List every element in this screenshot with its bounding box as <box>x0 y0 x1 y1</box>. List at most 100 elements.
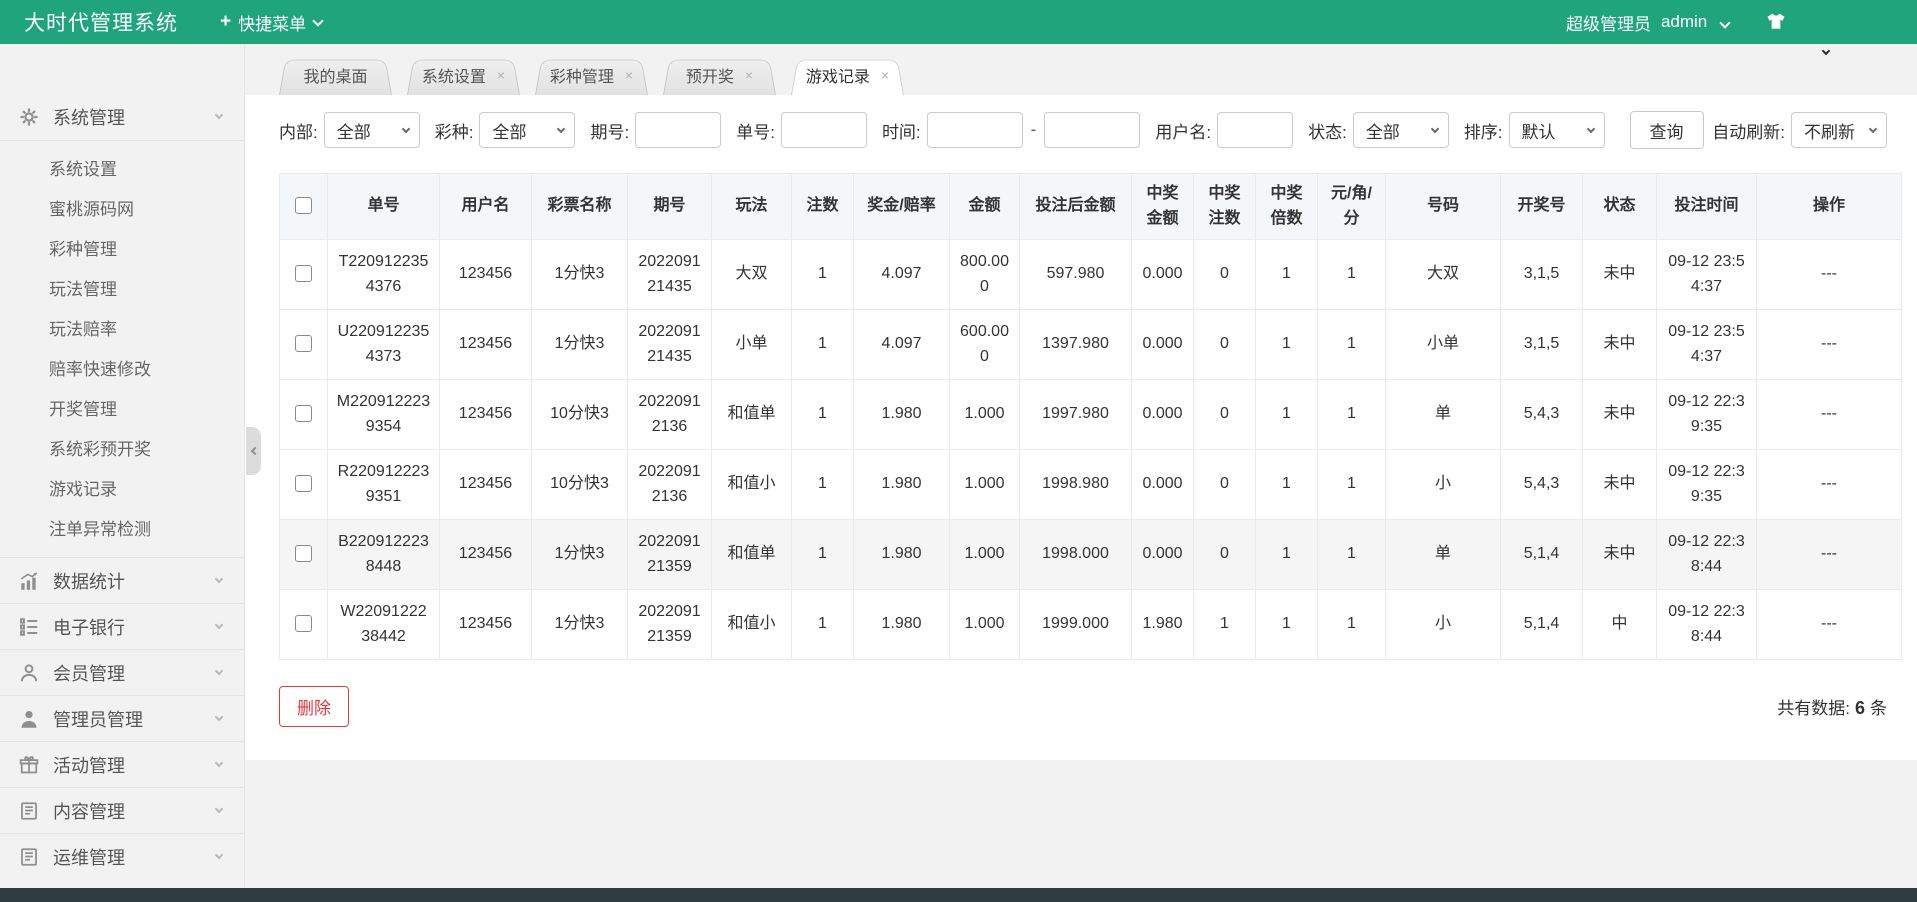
chevron-down-icon <box>401 124 409 132</box>
cell-amount: 1.000 <box>950 590 1020 660</box>
quick-menu-button[interactable]: + 快捷菜单 <box>220 10 322 35</box>
cell-draw-number: 5,4,3 <box>1501 380 1583 450</box>
tab-close-icon[interactable]: × <box>625 68 633 82</box>
cell-win-multiple: 1 <box>1256 380 1318 450</box>
sort-select[interactable]: 默认 <box>1509 112 1605 148</box>
tab[interactable]: 我的桌面 <box>279 55 392 95</box>
column-header: 奖金/赔率 <box>854 174 950 240</box>
cell-amount: 1.000 <box>950 380 1020 450</box>
cell-balance-after: 1997.980 <box>1020 380 1132 450</box>
cell-draw-number: 3,1,5 <box>1501 240 1583 310</box>
sidebar-section[interactable]: 活动管理 <box>0 741 244 787</box>
autorefresh-select[interactable]: 不刷新 <box>1791 112 1887 148</box>
chevron-down-icon <box>1719 17 1730 28</box>
cell-username: 123456 <box>440 520 532 590</box>
sidebar-item[interactable]: 彩种管理 <box>0 227 244 267</box>
period-input[interactable] <box>635 112 721 148</box>
select-all-checkbox[interactable] <box>295 197 312 214</box>
sidebar-item[interactable]: 开奖管理 <box>0 387 244 427</box>
tab-overflow-chevron-icon[interactable] <box>1822 47 1830 55</box>
sidebar-section-label: 运维管理 <box>53 844 125 870</box>
lottery-select[interactable]: 全部 <box>479 112 575 148</box>
sidebar-item[interactable]: 赔率快速修改 <box>0 347 244 387</box>
cell-win-amount: 0.000 <box>1132 450 1194 520</box>
cell-lottery-name: 1分快3 <box>532 520 628 590</box>
content-icon <box>18 800 40 822</box>
cell-draw-number: 3,1,5 <box>1501 310 1583 380</box>
cell-odds: 1.980 <box>854 520 950 590</box>
cell-balance-after: 1999.000 <box>1020 590 1132 660</box>
query-button[interactable]: 查询 <box>1630 111 1704 149</box>
row-checkbox[interactable] <box>295 475 312 492</box>
tab-label: 系统设置 <box>422 63 486 87</box>
sidebar-item[interactable]: 玩法赔率 <box>0 307 244 347</box>
sidebar-section-label: 数据统计 <box>53 568 125 594</box>
cell-odds: 4.097 <box>854 240 950 310</box>
sidebar-section[interactable]: 管理员管理 <box>0 695 244 741</box>
sidebar-submenu: 系统设置蜜桃源码网彩种管理玩法管理玩法赔率赔率快速修改开奖管理系统彩预开奖游戏记… <box>0 140 244 557</box>
sidebar-section-label: 电子银行 <box>53 614 125 640</box>
theme-tshirt-icon[interactable] <box>1763 9 1789 35</box>
internal-select[interactable]: 全部 <box>324 112 420 148</box>
sidebar-item[interactable]: 系统彩预开奖 <box>0 427 244 467</box>
tab[interactable]: 系统设置 × <box>407 55 520 95</box>
cell-unit: 1 <box>1318 380 1386 450</box>
username-filter-label: 用户名: <box>1155 118 1211 143</box>
tab-label: 预开奖 <box>686 63 734 87</box>
tab[interactable]: 预开奖 × <box>663 55 776 95</box>
internal-filter-label: 内部: <box>279 118 318 143</box>
chevron-down-icon <box>215 666 223 674</box>
sidebar-item[interactable]: 系统设置 <box>0 147 244 187</box>
bank-list-icon <box>18 616 40 638</box>
tab-close-icon[interactable]: × <box>745 68 753 82</box>
column-header: 期号 <box>628 174 712 240</box>
column-header: 金额 <box>950 174 1020 240</box>
sidebar-section[interactable]: 系统管理 <box>0 94 244 140</box>
sidebar-item[interactable]: 蜜桃源码网 <box>0 187 244 227</box>
order-input[interactable] <box>781 112 867 148</box>
username-input[interactable] <box>1217 112 1293 148</box>
cell-win-amount: 1.980 <box>1132 590 1194 660</box>
sidebar-section[interactable]: 数据统计 <box>0 557 244 603</box>
cell-order-no: R2209122239351 <box>328 450 440 520</box>
member-icon <box>18 662 40 684</box>
cell-checkbox <box>280 240 328 310</box>
status-select[interactable]: 全部 <box>1353 112 1449 148</box>
tab[interactable]: 游戏记录× <box>791 55 904 95</box>
time-end-input[interactable] <box>1044 112 1140 148</box>
row-checkbox[interactable] <box>295 615 312 632</box>
gear-icon <box>18 106 40 128</box>
row-checkbox[interactable] <box>295 335 312 352</box>
sidebar-section[interactable]: 运维管理 <box>0 833 244 879</box>
sidebar-collapse-handle[interactable] <box>246 427 261 475</box>
ops-icon <box>18 846 40 868</box>
sidebar-section[interactable]: 内容管理 <box>0 787 244 833</box>
delete-button[interactable]: 删除 <box>279 686 349 727</box>
cell-checkbox <box>280 590 328 660</box>
username: admin <box>1661 12 1707 31</box>
sidebar-item[interactable]: 玩法管理 <box>0 267 244 307</box>
tab[interactable]: 彩种管理× <box>535 55 648 95</box>
sidebar-item[interactable]: 游戏记录 <box>0 467 244 507</box>
cell-amount: 600.000 <box>950 310 1020 380</box>
tab-close-icon[interactable]: × <box>881 68 889 82</box>
chevron-down-icon <box>1586 124 1594 132</box>
cell-bet-time: 09-12 23:54:37 <box>1657 240 1757 310</box>
user-menu[interactable]: admin <box>1661 12 1729 32</box>
chevron-down-icon <box>215 574 223 582</box>
row-checkbox[interactable] <box>295 405 312 422</box>
gift-icon <box>18 754 40 776</box>
lottery-filter-label: 彩种: <box>435 118 474 143</box>
sidebar-section[interactable]: 会员管理 <box>0 649 244 695</box>
row-checkbox[interactable] <box>295 545 312 562</box>
chevron-down-icon <box>1431 124 1439 132</box>
cell-username: 123456 <box>440 240 532 310</box>
row-checkbox[interactable] <box>295 265 312 282</box>
sidebar-item[interactable]: 注单异常检测 <box>0 507 244 547</box>
sidebar-section[interactable]: 电子银行 <box>0 603 244 649</box>
column-header: 操作 <box>1757 174 1902 240</box>
tab-close-icon[interactable]: × <box>497 68 505 82</box>
cell-unit: 1 <box>1318 450 1386 520</box>
time-start-input[interactable] <box>927 112 1023 148</box>
period-filter-label: 期号: <box>590 118 629 143</box>
